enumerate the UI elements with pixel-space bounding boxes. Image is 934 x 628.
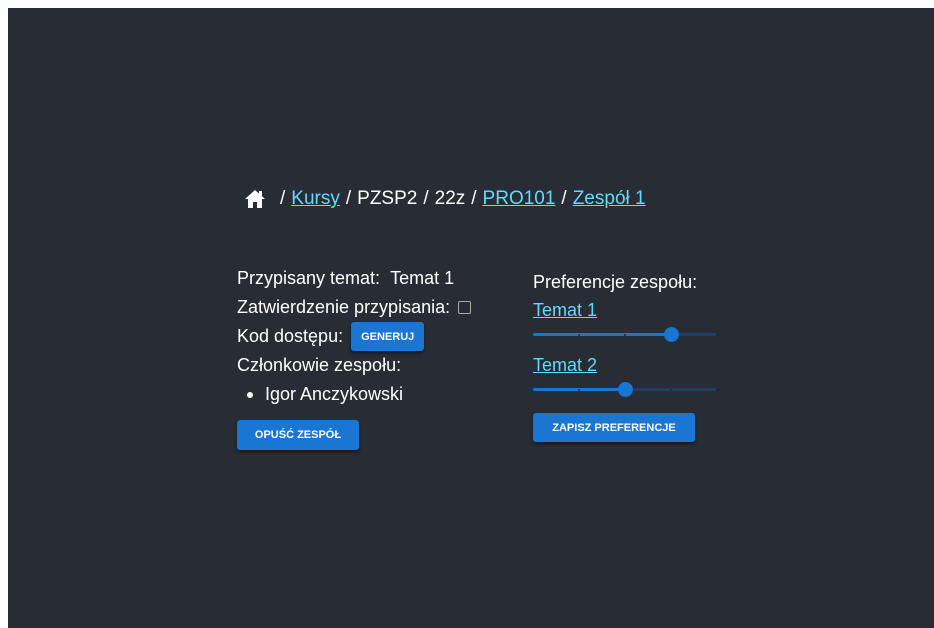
topic-1-slider[interactable] [533,327,718,342]
preferences-title: Preferencje zespołu: [533,272,698,292]
topic-2-slider[interactable] [533,382,718,397]
team-info: Przypisany temat: Temat 1 Zatwierdzenie … [237,264,472,409]
breadcrumb-separator: / [471,188,477,209]
breadcrumb-courses-link[interactable]: Kursy [291,188,340,210]
breadcrumb-separator: / [345,188,352,209]
list-item: Igor Anczykowski [247,380,471,409]
member-name: Igor Anczykowski [265,384,404,404]
approval-label: Zatwierdzenie przypisania: [237,297,451,317]
breadcrumb: / Kursy / PZSP2 / 22z / PRO101 / Zespół … [244,188,646,210]
breadcrumb-separator: / [423,188,429,209]
breadcrumb-separator: / [561,188,567,209]
slider-tick [716,389,718,391]
topic-preference: Temat 1 [533,298,723,342]
breadcrumb-course-code: PZSP2 [357,188,418,209]
slider-thumb[interactable] [618,382,633,397]
team-preferences: Preferencje zespołu: Temat 1 Temat 2 [533,270,723,406]
assigned-topic-value: Temat 1 [390,268,455,288]
access-code-row: Kod dostępu: Generuj [237,322,471,351]
topic-preference: Temat 2 [533,353,723,397]
members-label-row: Członkowie zespołu: [237,351,471,380]
access-code-label: Kod dostępu: [237,326,344,346]
approval-row: Zatwierdzenie przypisania: [237,293,472,322]
slider-tick [624,334,626,336]
assigned-topic-row: Przypisany temat: Temat 1 [237,264,471,293]
slider-tick [716,334,718,336]
members-label: Członkowie zespołu: [237,355,402,375]
breadcrumb-team-link[interactable]: Zespół 1 [573,188,646,210]
bullet-icon [247,391,253,398]
topic-1-link[interactable]: Temat 1 [533,300,597,320]
generate-code-button[interactable]: Generuj [351,322,425,351]
slider-tick [578,334,580,336]
save-preferences-button[interactable]: Zapisz preferencje [533,413,695,442]
slider-track [533,333,671,336]
slider-thumb[interactable] [664,327,679,342]
app-container: / Kursy / PZSP2 / 22z / PRO101 / Zespół … [8,8,934,628]
slider-tick [670,389,672,391]
breadcrumb-semester: 22z [434,188,466,209]
assigned-topic-label: Przypisany temat: [237,268,381,288]
approval-checkbox[interactable] [458,301,472,314]
leave-team-button[interactable]: Opuść zespół [237,420,359,450]
topic-2-link[interactable]: Temat 2 [533,355,597,375]
home-icon[interactable] [244,189,266,209]
breadcrumb-project-link[interactable]: PRO101 [483,188,556,210]
slider-tick [578,389,580,391]
breadcrumb-separator: / [280,188,286,209]
members-list: Igor Anczykowski [237,380,471,409]
